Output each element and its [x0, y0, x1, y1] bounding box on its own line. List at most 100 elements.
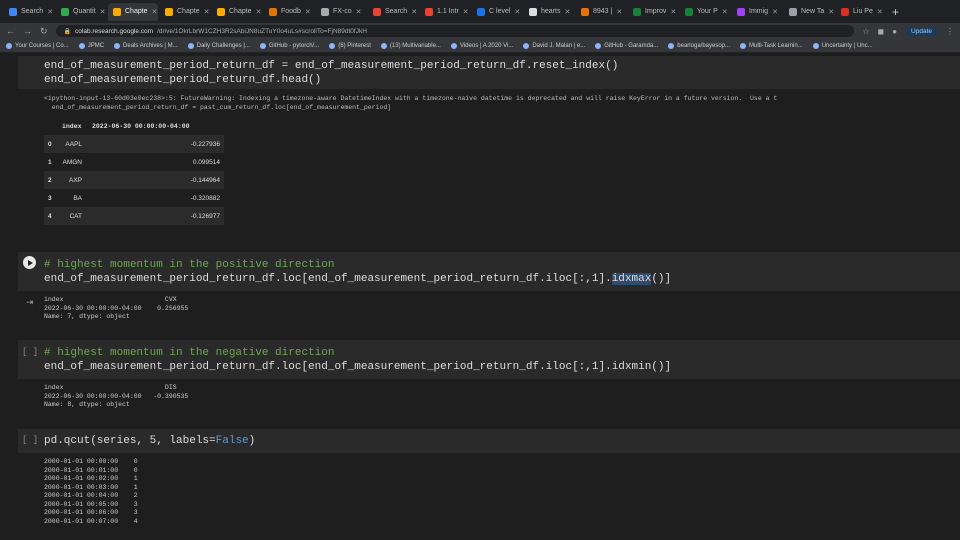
back-icon[interactable]: ← — [6, 26, 15, 36]
cell-1-code[interactable]: end_of_measurement_period_return_df = en… — [18, 56, 960, 89]
browser-tab[interactable]: Liu Pe ✕ — [836, 3, 886, 21]
bookmark-item[interactable]: Uncertainty | Unc... — [812, 42, 873, 49]
browser-tab[interactable]: New Ta ✕ — [784, 3, 834, 21]
close-icon[interactable]: ✕ — [722, 8, 728, 16]
browser-tab[interactable]: Search ✕ — [4, 3, 54, 21]
close-icon[interactable]: ✕ — [463, 8, 469, 16]
bookmark-item[interactable]: (8) Pinterest — [329, 42, 371, 49]
ticker-cell: AXP — [58, 171, 88, 189]
close-icon[interactable]: ✕ — [564, 8, 570, 16]
browser-tab[interactable]: C level ✕ — [472, 3, 522, 21]
browser-tab[interactable]: Quantit ✕ — [56, 3, 106, 21]
browser-tab[interactable]: Chapte ✕ — [108, 2, 158, 21]
bookmark-favicon-icon — [259, 42, 266, 49]
cell-2-output: ⇥ index CVX 2022-06-30 00:00:00-04:00 0.… — [18, 296, 960, 322]
cell-3-code[interactable]: # highest momentum in the negative direc… — [18, 340, 960, 379]
bookmark-label: (8) Pinterest — [338, 42, 371, 49]
close-icon[interactable]: ✕ — [670, 8, 676, 16]
tab-title: FX-co — [333, 8, 352, 15]
browser-tab[interactable]: Search ✕ — [368, 3, 418, 21]
bookmark-item[interactable]: (13) Multivariable... — [380, 42, 441, 49]
close-icon[interactable]: ✕ — [47, 8, 53, 16]
favicon-icon — [113, 7, 121, 16]
browser-tab[interactable]: Chapte ✕ — [212, 3, 262, 21]
bookmark-item[interactable]: David J. Malan | e... — [523, 42, 585, 49]
browser-tab[interactable]: Chapte ✕ — [160, 3, 210, 21]
close-icon[interactable]: ✕ — [152, 8, 158, 16]
column-header: 2022-06-30 00:00:00-04:00 — [92, 122, 190, 130]
cell-bracket[interactable]: [ ] — [22, 347, 38, 357]
bookmark-item[interactable]: Daily Challenges |... — [187, 42, 250, 49]
code-cell-4[interactable]: [ ] pd.qcut(series, 5, labels=False) — [18, 429, 960, 453]
bookmark-item[interactable]: bearloga/bayesop... — [668, 42, 730, 49]
favicon-icon — [269, 7, 277, 16]
tab-title: Search — [385, 8, 408, 15]
favicon-icon — [841, 7, 849, 16]
cell-4-code[interactable]: pd.qcut(series, 5, labels=False) — [18, 429, 960, 453]
close-icon[interactable]: ✕ — [616, 8, 622, 16]
bookmark-item[interactable]: GitHub - Garamda... — [595, 42, 658, 49]
ticker-cell: AAPL — [58, 135, 88, 153]
close-icon[interactable]: ✕ — [877, 8, 883, 16]
close-icon[interactable]: ✕ — [356, 8, 362, 16]
close-icon[interactable]: ✕ — [100, 8, 106, 16]
browser-tab[interactable]: 1.1 Intr ✕ — [420, 3, 470, 21]
return-value-cell: -0.144964 — [88, 171, 224, 189]
bookmark-favicon-icon — [187, 42, 194, 49]
new-tab-icon[interactable]: + — [892, 5, 899, 19]
favicon-icon — [581, 7, 589, 16]
forward-icon[interactable]: → — [23, 26, 32, 36]
close-icon[interactable]: ✕ — [204, 8, 210, 16]
menu-icon[interactable]: ⋮ — [946, 27, 954, 36]
code-line: end_of_measurement_period_return_df.loc[… — [44, 272, 960, 286]
bookmark-star-icon[interactable]: ☆ — [862, 27, 869, 36]
bookmark-favicon-icon — [78, 42, 85, 49]
tab-title: Search — [21, 8, 44, 15]
close-icon[interactable]: ✕ — [514, 8, 520, 16]
browser-tab[interactable]: Improv ✕ — [628, 3, 678, 21]
bookmark-item[interactable]: Your Courses | Co... — [6, 42, 69, 49]
cell-bracket[interactable]: [ ] — [22, 435, 38, 445]
browser-tab-bar: Search ✕ Quantit ✕ Chapte ✕ Chapte ✕ Chapte ✕ Food… — [0, 0, 960, 23]
url-domain: colab.research.google.com — [75, 27, 154, 35]
bookmark-item[interactable]: Deals Archives | M... — [114, 42, 178, 49]
tab-title: Immig — [749, 8, 769, 15]
browser-tab[interactable]: 8943 | ✕ — [576, 3, 626, 21]
url-field[interactable]: 🔒 colab.research.google.com/drive/1OkrLb… — [55, 25, 855, 37]
bookmark-item[interactable]: GitHub - pytorch/... — [259, 42, 319, 49]
close-icon[interactable]: ✕ — [411, 8, 417, 16]
profile-icon[interactable]: ● — [892, 27, 897, 36]
close-icon[interactable]: ✕ — [828, 8, 834, 16]
code-keyword: False — [215, 435, 249, 447]
bookmark-item[interactable]: JPMC — [78, 42, 104, 49]
table-row: 0 AAPL -0.227936 — [44, 135, 224, 153]
output-menu-icon[interactable]: ⇥ — [26, 297, 34, 308]
run-cell-button[interactable] — [23, 256, 36, 269]
browser-tab[interactable]: Immig ✕ — [732, 3, 782, 21]
update-button[interactable]: Update — [905, 26, 938, 36]
browser-tab[interactable]: Foodb ✕ — [264, 3, 314, 21]
close-icon[interactable]: ✕ — [772, 8, 778, 16]
bookmark-item[interactable]: Videos | A 2020 Vi... — [450, 42, 513, 49]
code-cell-1[interactable]: end_of_measurement_period_return_df = en… — [18, 56, 960, 89]
close-icon[interactable]: ✕ — [305, 8, 311, 16]
address-bar: ← → ↻ 🔒 colab.research.google.com/drive/… — [0, 23, 960, 39]
favicon-icon — [321, 7, 329, 16]
browser-tab[interactable]: FX-co ✕ — [316, 3, 366, 21]
cell-2-code[interactable]: # highest momentum in the positive direc… — [18, 252, 960, 291]
close-icon[interactable]: ✕ — [256, 8, 262, 16]
favicon-icon — [737, 7, 745, 16]
cell-3-output: index DIS 2022-06-30 00:00:00-04:00 -0.3… — [18, 384, 960, 410]
tab-title: Chapte — [125, 8, 148, 15]
reload-icon[interactable]: ↻ — [40, 26, 48, 37]
selected-text: idxmax — [611, 273, 652, 285]
browser-tab[interactable]: Your P ✕ — [680, 3, 730, 21]
code-cell-2[interactable]: # highest momentum in the positive direc… — [18, 252, 960, 291]
tab-title: Chapte — [177, 8, 200, 15]
bookmark-item[interactable]: Multi-Task Learnin... — [740, 42, 803, 49]
code-cell-3[interactable]: [ ] # highest momentum in the negative d… — [18, 340, 960, 379]
tab-title: Your P — [697, 8, 718, 15]
favicon-icon — [789, 7, 797, 16]
browser-tab[interactable]: hearts ✕ — [524, 3, 574, 21]
extension-icon[interactable]: ◼ — [878, 27, 885, 36]
